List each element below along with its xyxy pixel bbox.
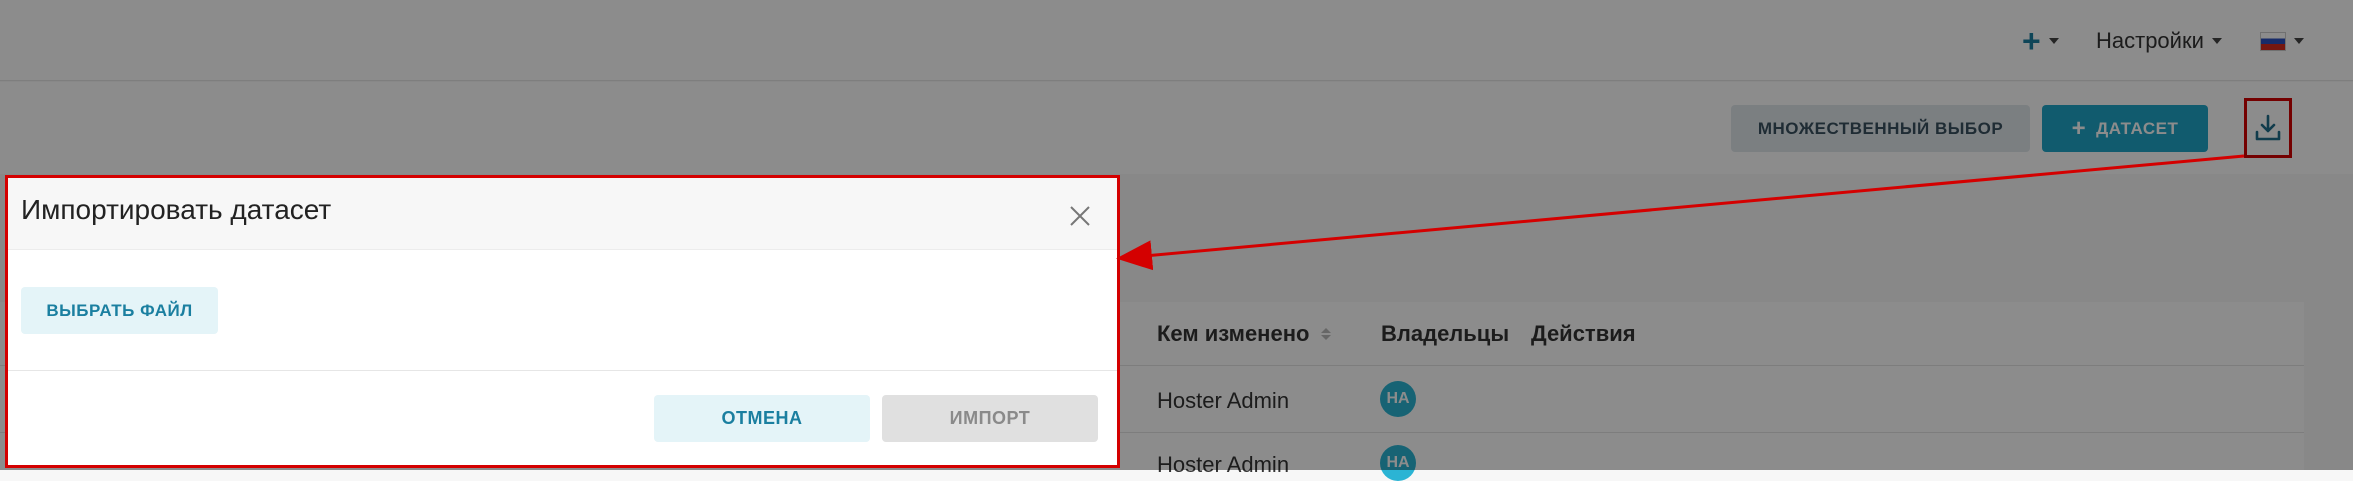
close-icon[interactable] xyxy=(1068,204,1092,228)
import-submit-button[interactable]: ИМПОРТ xyxy=(882,395,1098,442)
choose-file-button[interactable]: ВЫБРАТЬ ФАЙЛ xyxy=(21,287,218,334)
modal-title: Импортировать датасет xyxy=(21,194,332,225)
cancel-button[interactable]: ОТМЕНА xyxy=(654,395,870,442)
import-dataset-modal: Импортировать датасет ВЫБРАТЬ ФАЙЛ ОТМЕН… xyxy=(6,176,1118,466)
modal-header: Импортировать датасет xyxy=(6,176,1118,250)
cancel-label: ОТМЕНА xyxy=(721,408,803,428)
modal-divider xyxy=(6,370,1118,371)
choose-file-label: ВЫБРАТЬ ФАЙЛ xyxy=(46,300,193,320)
import-label: ИМПОРТ xyxy=(949,408,1031,428)
